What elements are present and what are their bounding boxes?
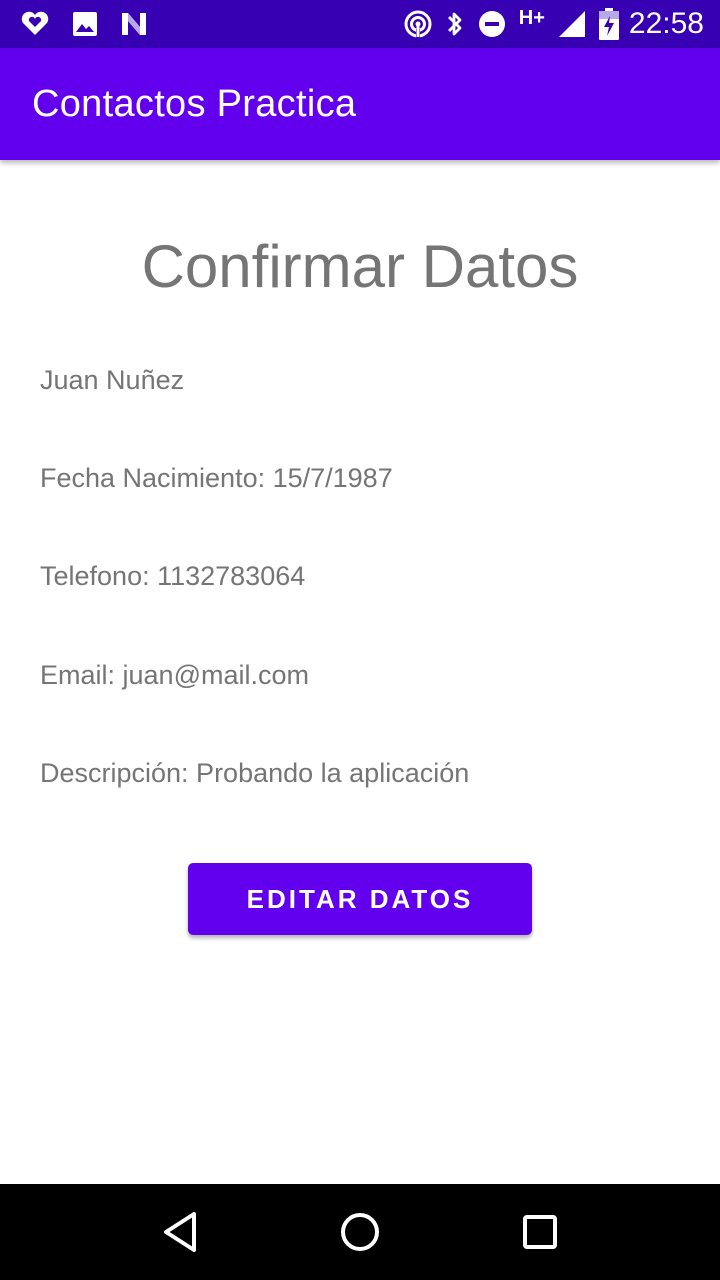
description: Descripción: Probando la aplicación bbox=[40, 758, 470, 788]
app-bar: Contactos Practica bbox=[0, 48, 720, 160]
status-time: 22:58 bbox=[628, 7, 704, 40]
status-left bbox=[20, 11, 170, 37]
n-icon bbox=[120, 11, 148, 37]
network-type: H+ bbox=[518, 6, 545, 29]
birth-date: Fecha Nacimiento: 15/7/1987 bbox=[40, 463, 393, 493]
hotspot-icon bbox=[403, 9, 433, 39]
signal-icon bbox=[557, 9, 587, 39]
contact-name: Juan Nuñez bbox=[40, 365, 185, 395]
bluetooth-icon bbox=[445, 9, 465, 39]
image-icon bbox=[72, 11, 98, 37]
phone: Telefono: 1132783064 bbox=[40, 561, 306, 591]
app-title: Contactos Practica bbox=[32, 82, 357, 125]
home-icon[interactable] bbox=[328, 1200, 392, 1264]
email: Email: juan@mail.com bbox=[40, 660, 309, 690]
heart-icon bbox=[20, 11, 50, 37]
recents-icon[interactable] bbox=[508, 1200, 572, 1264]
page-title: Confirmar Datos bbox=[141, 233, 579, 300]
status-bar: H+ 22:58 bbox=[0, 0, 720, 48]
back-icon[interactable] bbox=[148, 1200, 212, 1264]
battery-charging-icon bbox=[598, 8, 619, 40]
navigation-bar bbox=[0, 1184, 720, 1280]
status-right: H+ 22:58 bbox=[391, 7, 704, 41]
edit-data-button[interactable]: EDITAR DATOS bbox=[188, 863, 532, 935]
do-not-disturb-icon bbox=[477, 9, 507, 39]
